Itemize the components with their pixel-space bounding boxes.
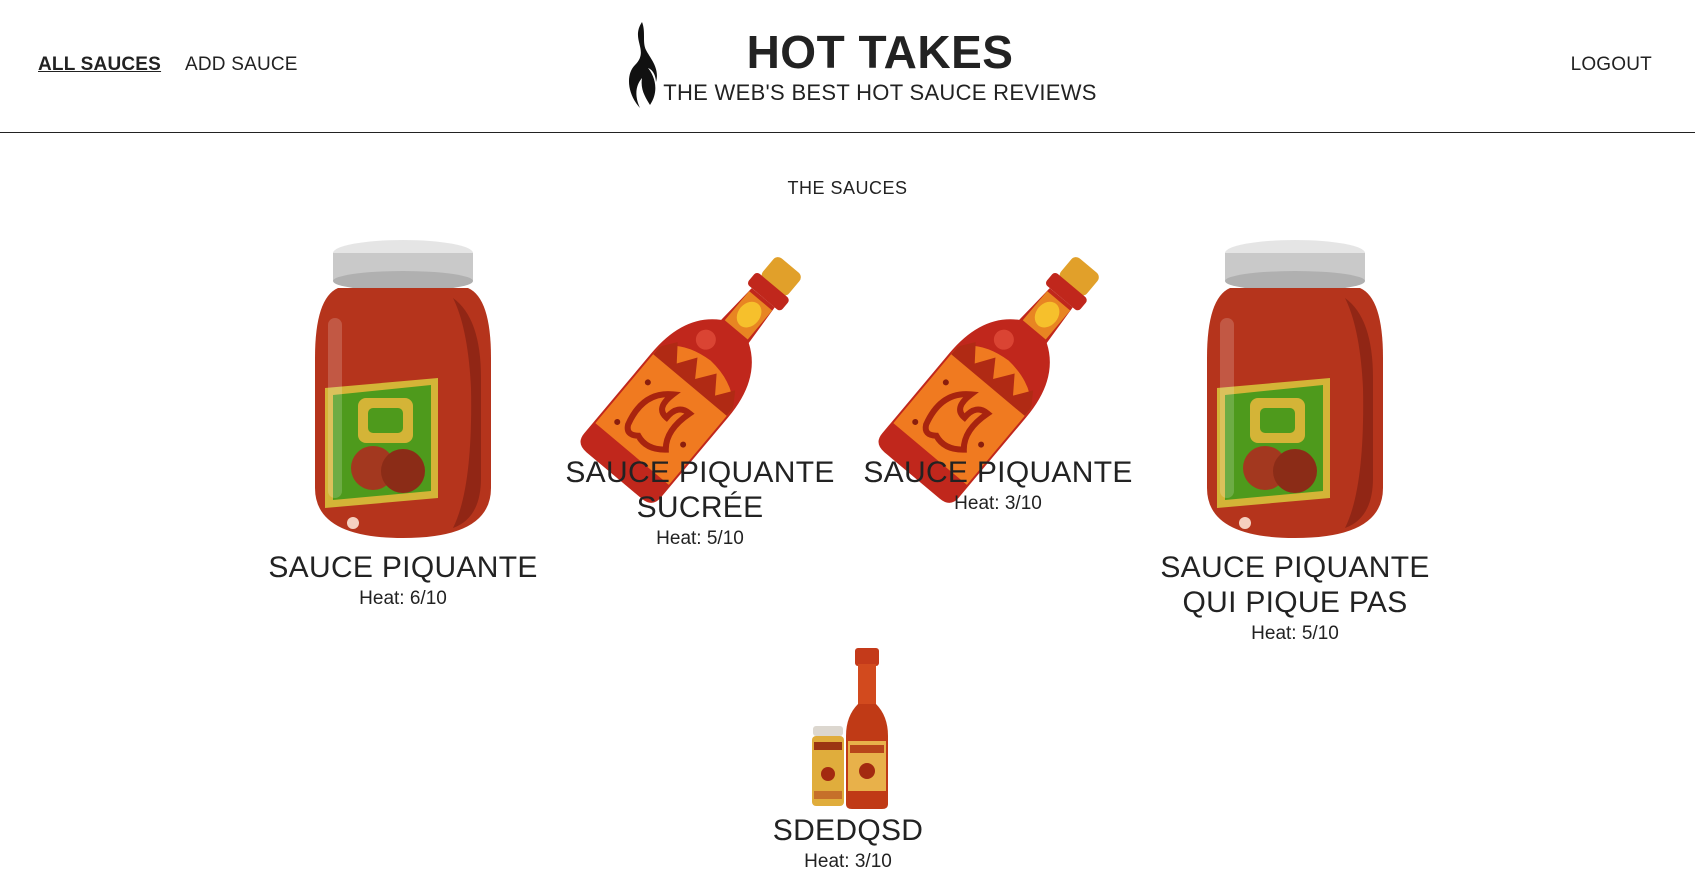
- sauce-name: SAUCE PIQUANTE SUCRÉE: [565, 456, 835, 524]
- sauce-heat: Heat: 5/10: [1251, 623, 1339, 644]
- sauce-heat: Heat: 5/10: [656, 528, 744, 549]
- sauce-heat: Heat: 3/10: [954, 493, 1042, 514]
- louisiana-bottles-image: [812, 648, 888, 809]
- brand-title: HOT TAKES: [746, 26, 1014, 78]
- sauce-card[interactable]: SAUCE PIQUANTE QUI PIQUE PAS Heat: 5/10: [1145, 238, 1445, 645]
- sauce-heat: Heat: 3/10: [804, 851, 892, 872]
- brand-subtitle: THE WEB'S BEST HOT SAUCE REVIEWS: [663, 80, 1097, 105]
- nav-logout[interactable]: LOGOUT: [1571, 54, 1652, 76]
- sauce-card[interactable]: SAUCE PIQUANTE Heat: 3/10: [848, 238, 1148, 515]
- sauce-heat: Heat: 6/10: [359, 588, 447, 609]
- site-header: ALL SAUCES ADD SAUCE HOT TAKES THE WEB'S…: [0, 0, 1695, 133]
- sauce-card[interactable]: SDEDQSD Heat: 3/10: [698, 646, 998, 873]
- sauce-jar-image: [1207, 240, 1383, 538]
- nav-add-sauce[interactable]: ADD SAUCE: [185, 54, 298, 76]
- sauce-name: SAUCE PIQUANTE: [863, 456, 1133, 489]
- sauce-card[interactable]: SAUCE PIQUANTE SUCRÉE Heat: 5/10: [550, 238, 850, 550]
- sauce-name: SAUCE PIQUANTE: [268, 551, 538, 584]
- sauce-jar-image: [315, 240, 491, 538]
- sauce-card[interactable]: SAUCE PIQUANTE Heat: 6/10: [253, 238, 553, 610]
- section-title: THE SAUCES: [787, 178, 908, 198]
- nav-all-sauces[interactable]: ALL SAUCES: [38, 54, 161, 76]
- sauce-name: SDEDQSD: [772, 814, 924, 847]
- sauce-name: SAUCE PIQUANTE QUI PIQUE PAS: [1160, 551, 1430, 619]
